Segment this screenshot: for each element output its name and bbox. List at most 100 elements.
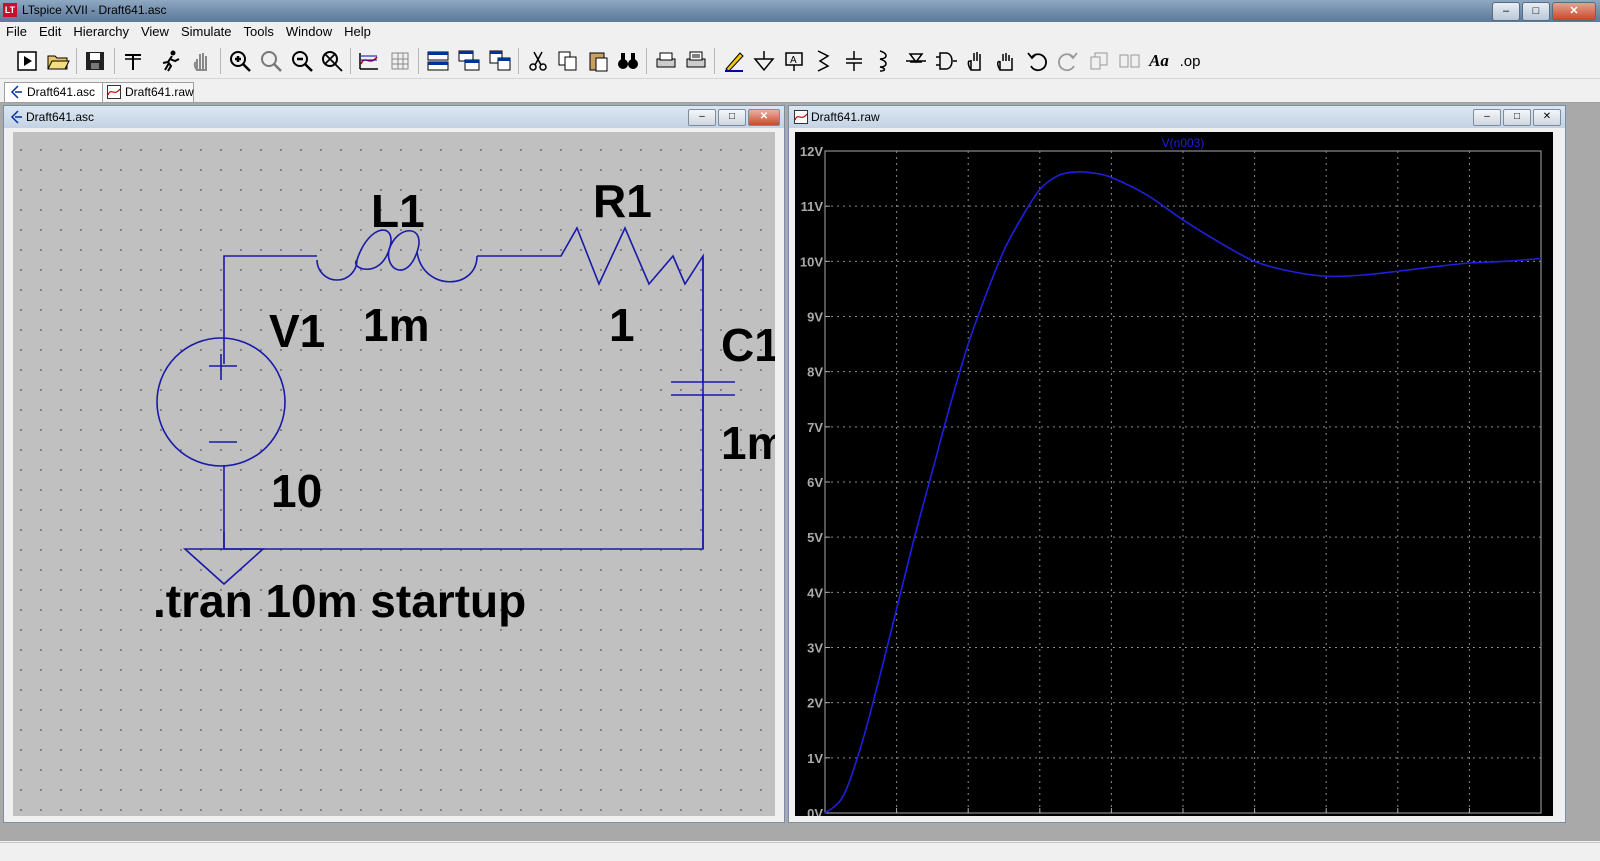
resistor-icon[interactable] <box>811 48 837 74</box>
schematic-icon <box>10 85 22 99</box>
print-setup-icon[interactable] <box>683 48 709 74</box>
wire-icon[interactable] <box>721 48 747 74</box>
y-tick-label: 0V <box>807 806 823 816</box>
run-icon[interactable] <box>158 48 184 74</box>
menu-bar: File Edit Hierarchy View Simulate Tools Window… <box>0 22 1600 42</box>
y-tick-label: 3V <box>807 641 823 656</box>
diode-icon[interactable] <box>903 48 929 74</box>
redo-icon[interactable] <box>1055 48 1081 74</box>
window-controls: – □ ✕ <box>1492 2 1596 21</box>
schematic-canvas[interactable]: L1 1m R1 1 C1 1m V1 10 .tran 10m startup <box>13 132 775 816</box>
zoom-pan-icon[interactable] <box>258 48 284 74</box>
y-tick-label: 4V <box>807 585 823 600</box>
title-bar: LT LTspice XVII - Draft641.asc – □ ✕ <box>0 0 1600 22</box>
waveform-window-titlebar: Draft641.raw – □ ✕ <box>789 106 1565 128</box>
schematic-minimize-button[interactable]: – <box>688 109 716 126</box>
waveform-plot: 0ms1ms2ms3ms4ms5ms6ms7ms8ms9ms10ms0V1V2V… <box>800 136 1558 832</box>
menu-edit[interactable]: Edit <box>33 22 67 39</box>
waveform-maximize-button[interactable]: □ <box>1503 109 1531 126</box>
menu-simulate[interactable]: Simulate <box>175 22 238 39</box>
waveform-plot-area[interactable]: 0ms1ms2ms3ms4ms5ms6ms7ms8ms9ms10ms0V1V2V… <box>795 132 1558 832</box>
menu-tools[interactable]: Tools <box>238 22 280 39</box>
paste-icon[interactable] <box>585 48 611 74</box>
find-icon[interactable] <box>615 48 641 74</box>
zoom-fit-icon[interactable] <box>319 48 345 74</box>
tab-waveform[interactable]: Draft641.raw <box>102 82 194 102</box>
c1-value-label[interactable]: 1m <box>721 420 775 466</box>
y-tick-label: 8V <box>807 365 823 380</box>
svg-text:A: A <box>790 55 797 66</box>
print-icon[interactable] <box>653 48 679 74</box>
y-tick-label: 5V <box>807 530 823 545</box>
tab-label: Draft641.raw <box>125 85 194 99</box>
l1-value-label[interactable]: 1m <box>363 302 429 348</box>
y-tick-label: 12V <box>800 144 823 159</box>
v1-value-label[interactable]: 10 <box>271 468 322 514</box>
waveform-icon <box>107 85 121 99</box>
zoom-out-icon[interactable] <box>289 48 315 74</box>
window-title: LTspice XVII - Draft641.asc <box>22 3 167 17</box>
y-tick-label: 11V <box>801 199 824 214</box>
ltspice-logo-icon: LT <box>3 3 17 17</box>
schematic-close-button[interactable]: ✕ <box>748 109 780 126</box>
copy-icon[interactable] <box>555 48 581 74</box>
rotate-icon[interactable] <box>1086 48 1112 74</box>
toolbar: A Aa .op <box>0 42 1600 79</box>
component-icon[interactable] <box>933 48 959 74</box>
schematic-maximize-button[interactable]: □ <box>718 109 746 126</box>
mirror-icon[interactable] <box>1116 48 1142 74</box>
zoom-in-icon[interactable] <box>227 48 253 74</box>
schematic-window: Draft641.asc – □ ✕ L1 1m R1 1 C1 1m V1 1… <box>3 105 785 823</box>
v1-plus-sign <box>209 354 237 380</box>
tab-label: Draft641.asc <box>27 85 96 99</box>
open-file-icon[interactable] <box>45 48 71 74</box>
text-icon[interactable]: Aa <box>1146 48 1172 74</box>
tile-vertical-icon[interactable] <box>487 48 513 74</box>
spice-directive-icon[interactable]: .op <box>1177 48 1203 74</box>
schematic-window-titlebar: Draft641.asc – □ ✕ <box>4 106 784 128</box>
schematic-icon <box>10 110 22 124</box>
waveform-icon <box>794 110 808 124</box>
cut-icon[interactable] <box>525 48 551 74</box>
r1-name-label[interactable]: R1 <box>593 178 652 224</box>
capacitor-icon[interactable] <box>841 48 867 74</box>
status-bar <box>0 842 1600 861</box>
menu-hierarchy[interactable]: Hierarchy <box>67 22 135 39</box>
c1-name-label[interactable]: C1 <box>721 322 775 368</box>
r1-value-label[interactable]: 1 <box>609 302 635 348</box>
open-schematic-icon[interactable] <box>14 48 40 74</box>
tab-schematic[interactable]: Draft641.asc <box>4 82 104 102</box>
y-tick-label: 9V <box>807 310 823 325</box>
inductor-icon[interactable] <box>871 48 897 74</box>
cascade-icon[interactable] <box>456 48 482 74</box>
trace-label: V(n003) <box>1162 136 1205 150</box>
grid-icon[interactable] <box>387 48 413 74</box>
menu-file[interactable]: File <box>0 22 33 39</box>
l1-name-label[interactable]: L1 <box>371 188 425 234</box>
move-icon[interactable] <box>963 48 989 74</box>
close-button[interactable]: ✕ <box>1552 2 1596 21</box>
minimize-button[interactable]: – <box>1492 2 1520 21</box>
waveform-close-button[interactable]: ✕ <box>1533 109 1561 126</box>
autorange-icon[interactable] <box>356 48 382 74</box>
save-icon[interactable] <box>82 48 108 74</box>
label-icon[interactable]: A <box>781 48 807 74</box>
tile-horizontal-icon[interactable] <box>425 48 451 74</box>
maximize-button[interactable]: □ <box>1522 2 1550 21</box>
y-tick-label: 10V <box>800 254 823 269</box>
spice-directive-label[interactable]: .tran 10m startup <box>153 578 526 624</box>
drag-icon[interactable] <box>993 48 1019 74</box>
menu-view[interactable]: View <box>135 22 175 39</box>
undo-icon[interactable] <box>1024 48 1050 74</box>
v1-name-label[interactable]: V1 <box>269 308 325 354</box>
y-tick-label: 2V <box>807 696 823 711</box>
document-tabs: Draft641.asc Draft641.raw <box>0 80 1600 103</box>
menu-window[interactable]: Window <box>280 22 338 39</box>
control-panel-icon[interactable] <box>120 48 146 74</box>
ground-icon[interactable] <box>751 48 777 74</box>
y-tick-label: 7V <box>807 420 823 435</box>
menu-help[interactable]: Help <box>338 22 377 39</box>
waveform-window-title: Draft641.raw <box>811 110 880 124</box>
waveform-minimize-button[interactable]: – <box>1473 109 1501 126</box>
halt-icon[interactable] <box>188 48 214 74</box>
